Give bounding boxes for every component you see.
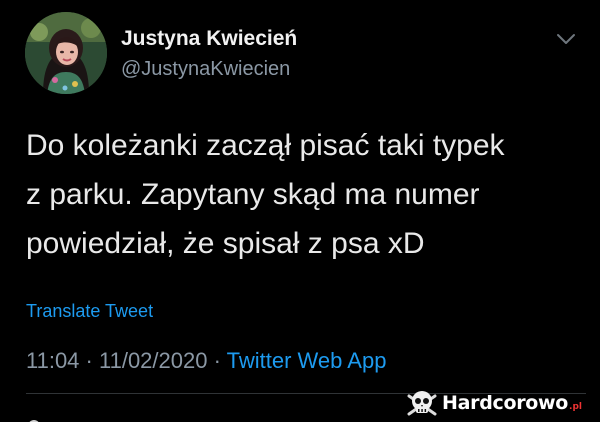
tweet-metadata: 11:04 · 11/02/2020 · Twitter Web App (26, 348, 386, 374)
tweet-time[interactable]: 11:04 (26, 348, 79, 373)
watermark-logo: Hardcorowo .pl (406, 387, 596, 419)
tweet-text-line: powiedział, że spisał z psa xD (26, 227, 425, 260)
tweet-card: Justyna Kwiecień @JustynaKwiecien Do kol… (0, 0, 600, 422)
watermark-text: Hardcorowo (442, 392, 569, 414)
translate-tweet-link[interactable]: Translate Tweet (26, 301, 153, 322)
tweet-text-line: z parku. Zapytany skąd ma numer (26, 178, 480, 211)
skull-icon (407, 391, 437, 416)
meta-separator: · (85, 348, 99, 373)
watermark-tld: .pl (569, 402, 582, 412)
avatar[interactable] (25, 12, 107, 94)
tweet-date[interactable]: 11/02/2020 (99, 348, 207, 373)
user-handle[interactable]: @JustynaKwiecien (121, 58, 290, 81)
profile-avatar-icon (25, 12, 107, 94)
meta-separator: · (213, 348, 227, 373)
chevron-down-icon[interactable] (555, 32, 577, 46)
display-name[interactable]: Justyna Kwiecień (121, 27, 297, 51)
stats-row-partial (26, 410, 266, 422)
tweet-text-line: Do koleżanki zaczął pisać taki typek (26, 129, 505, 162)
tweet-text: Do koleżanki zaczął pisać taki typek z p… (26, 121, 586, 268)
tweet-source-link[interactable]: Twitter Web App (227, 348, 387, 373)
